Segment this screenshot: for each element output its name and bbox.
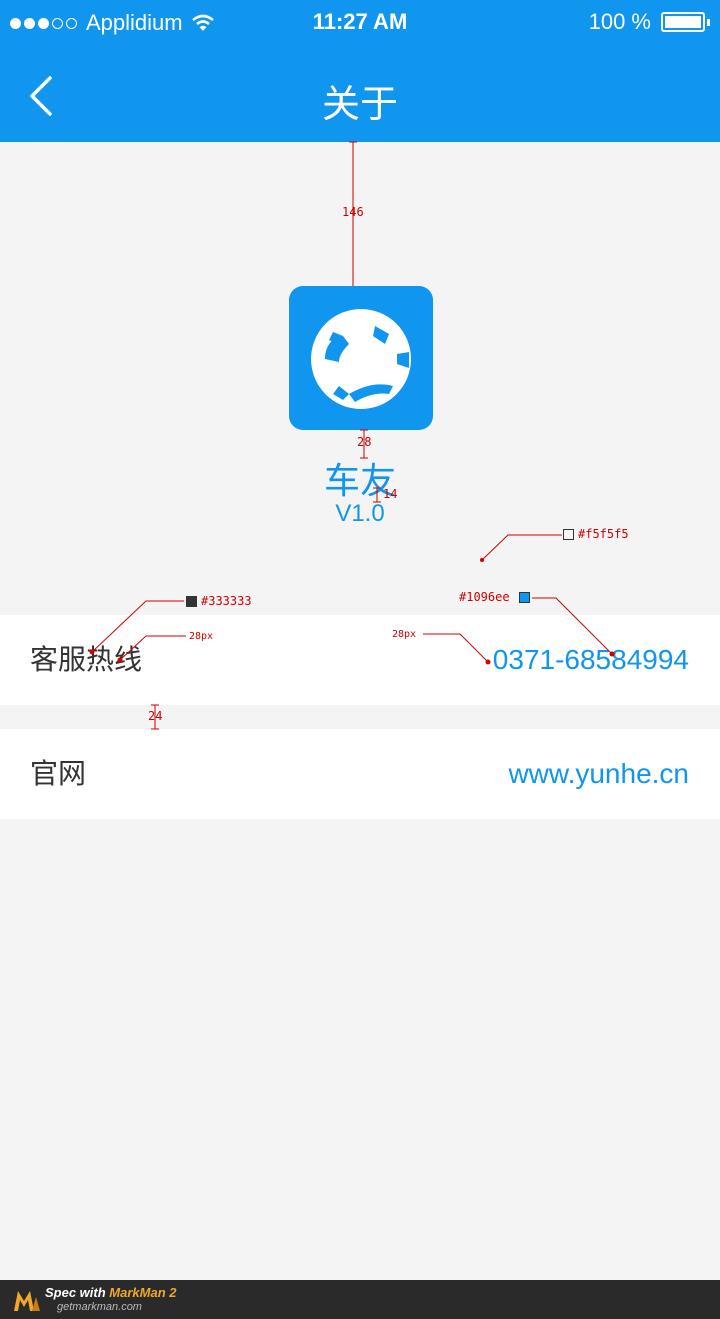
battery-tip [707, 18, 710, 26]
battery-percentage: 100 % [588, 9, 651, 34]
hotline-row[interactable]: 客服热线 0371-68584994 [0, 615, 720, 705]
footer-spec-text: Spec with MarkMan 2 [45, 1285, 177, 1300]
markman-logo-icon [14, 1291, 40, 1311]
app-logo [289, 286, 433, 430]
spacing-annotation: 146 [342, 205, 364, 219]
markman-footer: Spec with MarkMan 2 getmarkman.com [0, 1280, 720, 1319]
website-row[interactable]: 官网 www.yunhe.cn [0, 729, 720, 819]
page-title: 关于 [321, 82, 398, 126]
spacing-annotation: 28 [357, 435, 372, 449]
footer-brand: MarkMan 2 [109, 1285, 177, 1300]
font-annotation: 28px [392, 629, 417, 640]
steering-wheel-icon [311, 309, 411, 409]
footer-site: getmarkman.com [57, 1301, 142, 1313]
hotline-value[interactable]: 0371-68584994 [493, 615, 689, 705]
status-bar: Applidium 11:27 AM 100 % [0, 0, 720, 46]
spacing-annotation: 14 [383, 487, 398, 501]
hotline-label: 客服热线 [30, 643, 143, 676]
font-annotation: 28px [189, 631, 214, 642]
website-value[interactable]: www.yunhe.cn [508, 729, 689, 819]
color-annotation: #1096ee [459, 590, 510, 604]
app-version: V1.0 [335, 500, 385, 527]
color-annotation: #333333 [201, 594, 252, 608]
header-bar: Applidium 11:27 AM 100 % 关于 [0, 0, 720, 142]
color-swatch [563, 529, 574, 540]
footer-prefix: Spec with [45, 1285, 110, 1300]
color-swatch [186, 596, 197, 607]
color-swatch [519, 592, 530, 603]
color-annotation: #f5f5f5 [578, 527, 629, 541]
app-name: 车友 [323, 461, 396, 502]
battery-group: 100 % [589, 9, 710, 35]
spacing-annotation: 24 [148, 709, 163, 723]
battery-icon [661, 12, 705, 32]
website-label: 官网 [30, 757, 87, 790]
